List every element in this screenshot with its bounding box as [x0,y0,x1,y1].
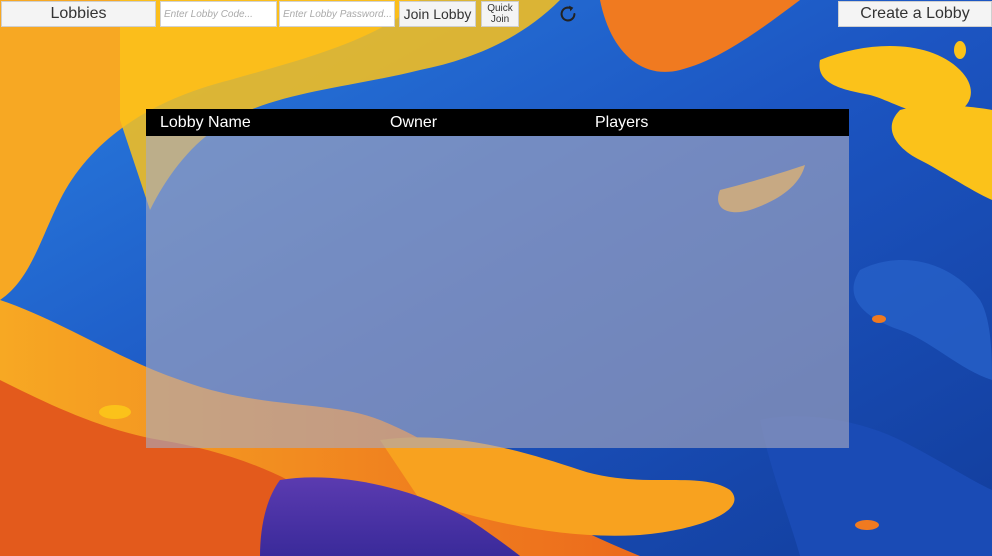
create-lobby-button[interactable]: Create a Lobby [838,1,992,27]
column-header-owner[interactable]: Owner [390,114,437,132]
refresh-icon[interactable] [556,2,580,26]
column-header-players[interactable]: Players [595,114,648,132]
lobbies-button[interactable]: Lobbies [1,1,156,27]
quick-join-button[interactable]: Quick Join [481,1,519,27]
column-header-lobby-name[interactable]: Lobby Name [160,114,251,132]
lobby-list-panel: Lobby Name Owner Players [146,109,849,448]
lobby-table-header: Lobby Name Owner Players [146,109,849,136]
lobby-password-input[interactable] [279,1,395,27]
refresh-icon-graphic [560,5,576,22]
lobby-code-input[interactable] [160,1,277,27]
join-lobby-button[interactable]: Join Lobby [399,1,476,27]
quick-join-label-line1: Quick [487,3,513,14]
quick-join-label-line2: Join [490,14,510,25]
